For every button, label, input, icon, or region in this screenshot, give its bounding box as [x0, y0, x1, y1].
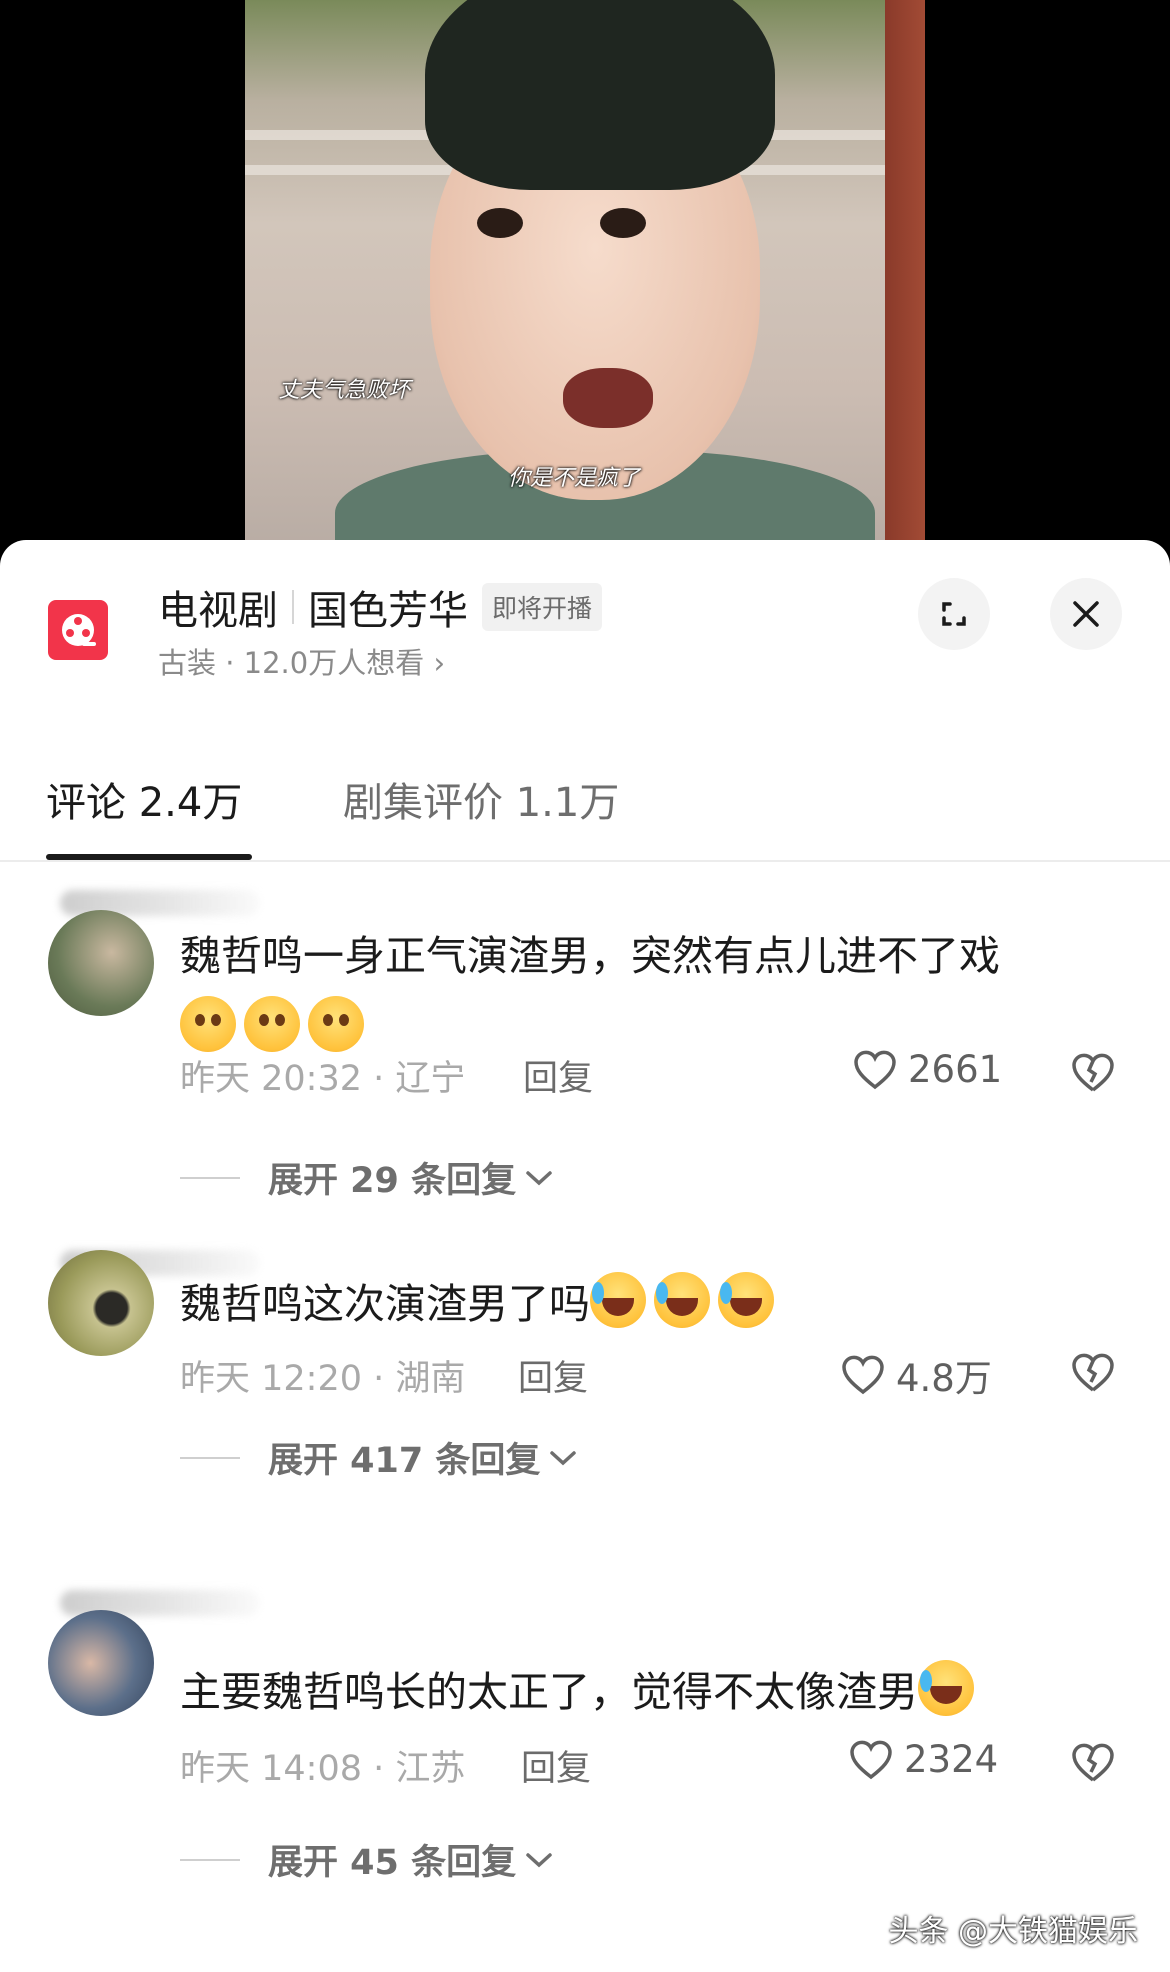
- rofl-emoji-icon: [718, 1272, 774, 1328]
- show-title: 国色芳华: [308, 588, 468, 634]
- tab-comments[interactable]: 评论 2.4万: [46, 770, 242, 828]
- video-subtitle-top: 丈夫气急败坏: [278, 378, 411, 403]
- show-card[interactable]: 电视剧 国色芳华 即将开播 古装 · 12.0万人想看 ›: [0, 540, 1170, 690]
- heart-icon: [850, 1740, 892, 1779]
- like-count: 2324: [904, 1738, 999, 1781]
- tab-episode-reviews[interactable]: 剧集评价 1.1万: [343, 770, 619, 828]
- show-title-row: 电视剧 国色芳华 即将开播: [158, 578, 603, 636]
- comment-body: 魏哲鸣一身正气演渣男，突然有点儿进不了戏: [180, 932, 1000, 980]
- video-player[interactable]: 丈夫气急败坏 你是不是疯了: [0, 0, 1170, 560]
- show-category: 电视剧: [158, 588, 278, 634]
- active-tab-indicator: [46, 854, 252, 860]
- comment-text: 魏哲鸣一身正气演渣男，突然有点儿进不了戏: [180, 920, 1110, 1064]
- like-button[interactable]: 2661: [852, 1048, 1002, 1091]
- film-reel-icon: [48, 600, 108, 660]
- broken-heart-icon: [1072, 1743, 1114, 1782]
- rofl-emoji-icon: [654, 1272, 710, 1328]
- rofl-emoji-icon: [590, 1272, 646, 1328]
- comment-text: 魏哲鸣这次演渣男了吗: [180, 1268, 1110, 1340]
- chevron-down-icon: [526, 1852, 552, 1867]
- like-count: 4.8万: [896, 1357, 992, 1400]
- expand-replies-button[interactable]: 展开 417 条回复: [180, 1432, 578, 1483]
- expand-icon: [942, 602, 966, 626]
- comment-body: 魏哲鸣这次演渣男了吗: [180, 1280, 590, 1328]
- video-subtitle-bottom: 你是不是疯了: [508, 466, 641, 491]
- reply-button[interactable]: 回复: [521, 1740, 591, 1791]
- dislike-button[interactable]: [1070, 1052, 1116, 1098]
- comment-item: 魏哲鸣一身正气演渣男，突然有点儿进不了戏 昨天 20:32 · 辽宁 回复 26…: [0, 880, 1170, 1203]
- comment-time-location: 昨天 12:20 · 湖南: [180, 1359, 466, 1399]
- dislike-button[interactable]: [1070, 1742, 1116, 1788]
- comment-item: 魏哲鸣这次演渣男了吗 昨天 12:20 · 湖南 回复 4.8万 展开 417 …: [0, 1220, 1170, 1540]
- title-divider: [292, 590, 294, 624]
- show-meta[interactable]: 古装 · 12.0万人想看 ›: [158, 640, 445, 682]
- expand-replies-button[interactable]: 展开 29 条回复: [180, 1152, 554, 1203]
- avatar[interactable]: [48, 1610, 154, 1716]
- comment-text: 主要魏哲鸣长的太正了，觉得不太像渣男: [180, 1656, 1110, 1728]
- reply-button[interactable]: 回复: [518, 1350, 588, 1401]
- chevron-down-icon: [526, 1170, 552, 1185]
- broken-heart-icon: [1072, 1353, 1114, 1392]
- comment-time-location: 昨天 14:08 · 江苏: [180, 1749, 466, 1789]
- comment-tabs: 评论 2.4万 剧集评价 1.1万: [0, 730, 1170, 862]
- heart-icon: [842, 1355, 884, 1395]
- broken-heart-icon: [1072, 1053, 1114, 1092]
- comment-time-location: 昨天 20:32 · 辽宁: [180, 1059, 466, 1099]
- reply-button[interactable]: 回复: [523, 1050, 593, 1101]
- close-button[interactable]: [1050, 578, 1122, 650]
- avatar[interactable]: [48, 1250, 154, 1356]
- dislike-button[interactable]: [1070, 1352, 1116, 1398]
- expand-replies-label: 展开 29 条回复: [268, 1161, 517, 1201]
- comment-body: 主要魏哲鸣长的太正了，觉得不太像渣男: [180, 1668, 918, 1716]
- expand-replies-label: 展开 417 条回复: [268, 1441, 541, 1481]
- close-icon: [1073, 601, 1099, 627]
- divider-line: [180, 1456, 240, 1459]
- divider-line: [180, 1858, 240, 1861]
- rofl-emoji-icon: [918, 1660, 974, 1716]
- source-watermark: 头条 @大铁猫娱乐: [888, 1914, 1138, 1949]
- expand-button[interactable]: [918, 578, 990, 650]
- expand-replies-button[interactable]: 展开 45 条回复: [180, 1834, 554, 1885]
- chevron-down-icon: [550, 1450, 577, 1465]
- heart-icon: [854, 1050, 896, 1089]
- like-button[interactable]: 4.8万: [840, 1348, 992, 1402]
- comment-item: 主要魏哲鸣长的太正了，觉得不太像渣男 昨天 14:08 · 江苏 回复 2324…: [0, 1590, 1170, 1950]
- smirk-emoji-icon: [308, 996, 364, 1052]
- divider-line: [180, 1176, 240, 1179]
- coming-soon-badge: 即将开播: [482, 583, 603, 631]
- smirk-emoji-icon: [180, 996, 236, 1052]
- like-count: 2661: [908, 1048, 1003, 1091]
- avatar[interactable]: [48, 910, 154, 1016]
- smirk-emoji-icon: [244, 996, 300, 1052]
- comment-sheet: 电视剧 国色芳华 即将开播 古装 · 12.0万人想看 › 评论 2.4万 剧集…: [0, 540, 1170, 1972]
- like-button[interactable]: 2324: [848, 1738, 998, 1781]
- expand-replies-label: 展开 45 条回复: [268, 1843, 517, 1883]
